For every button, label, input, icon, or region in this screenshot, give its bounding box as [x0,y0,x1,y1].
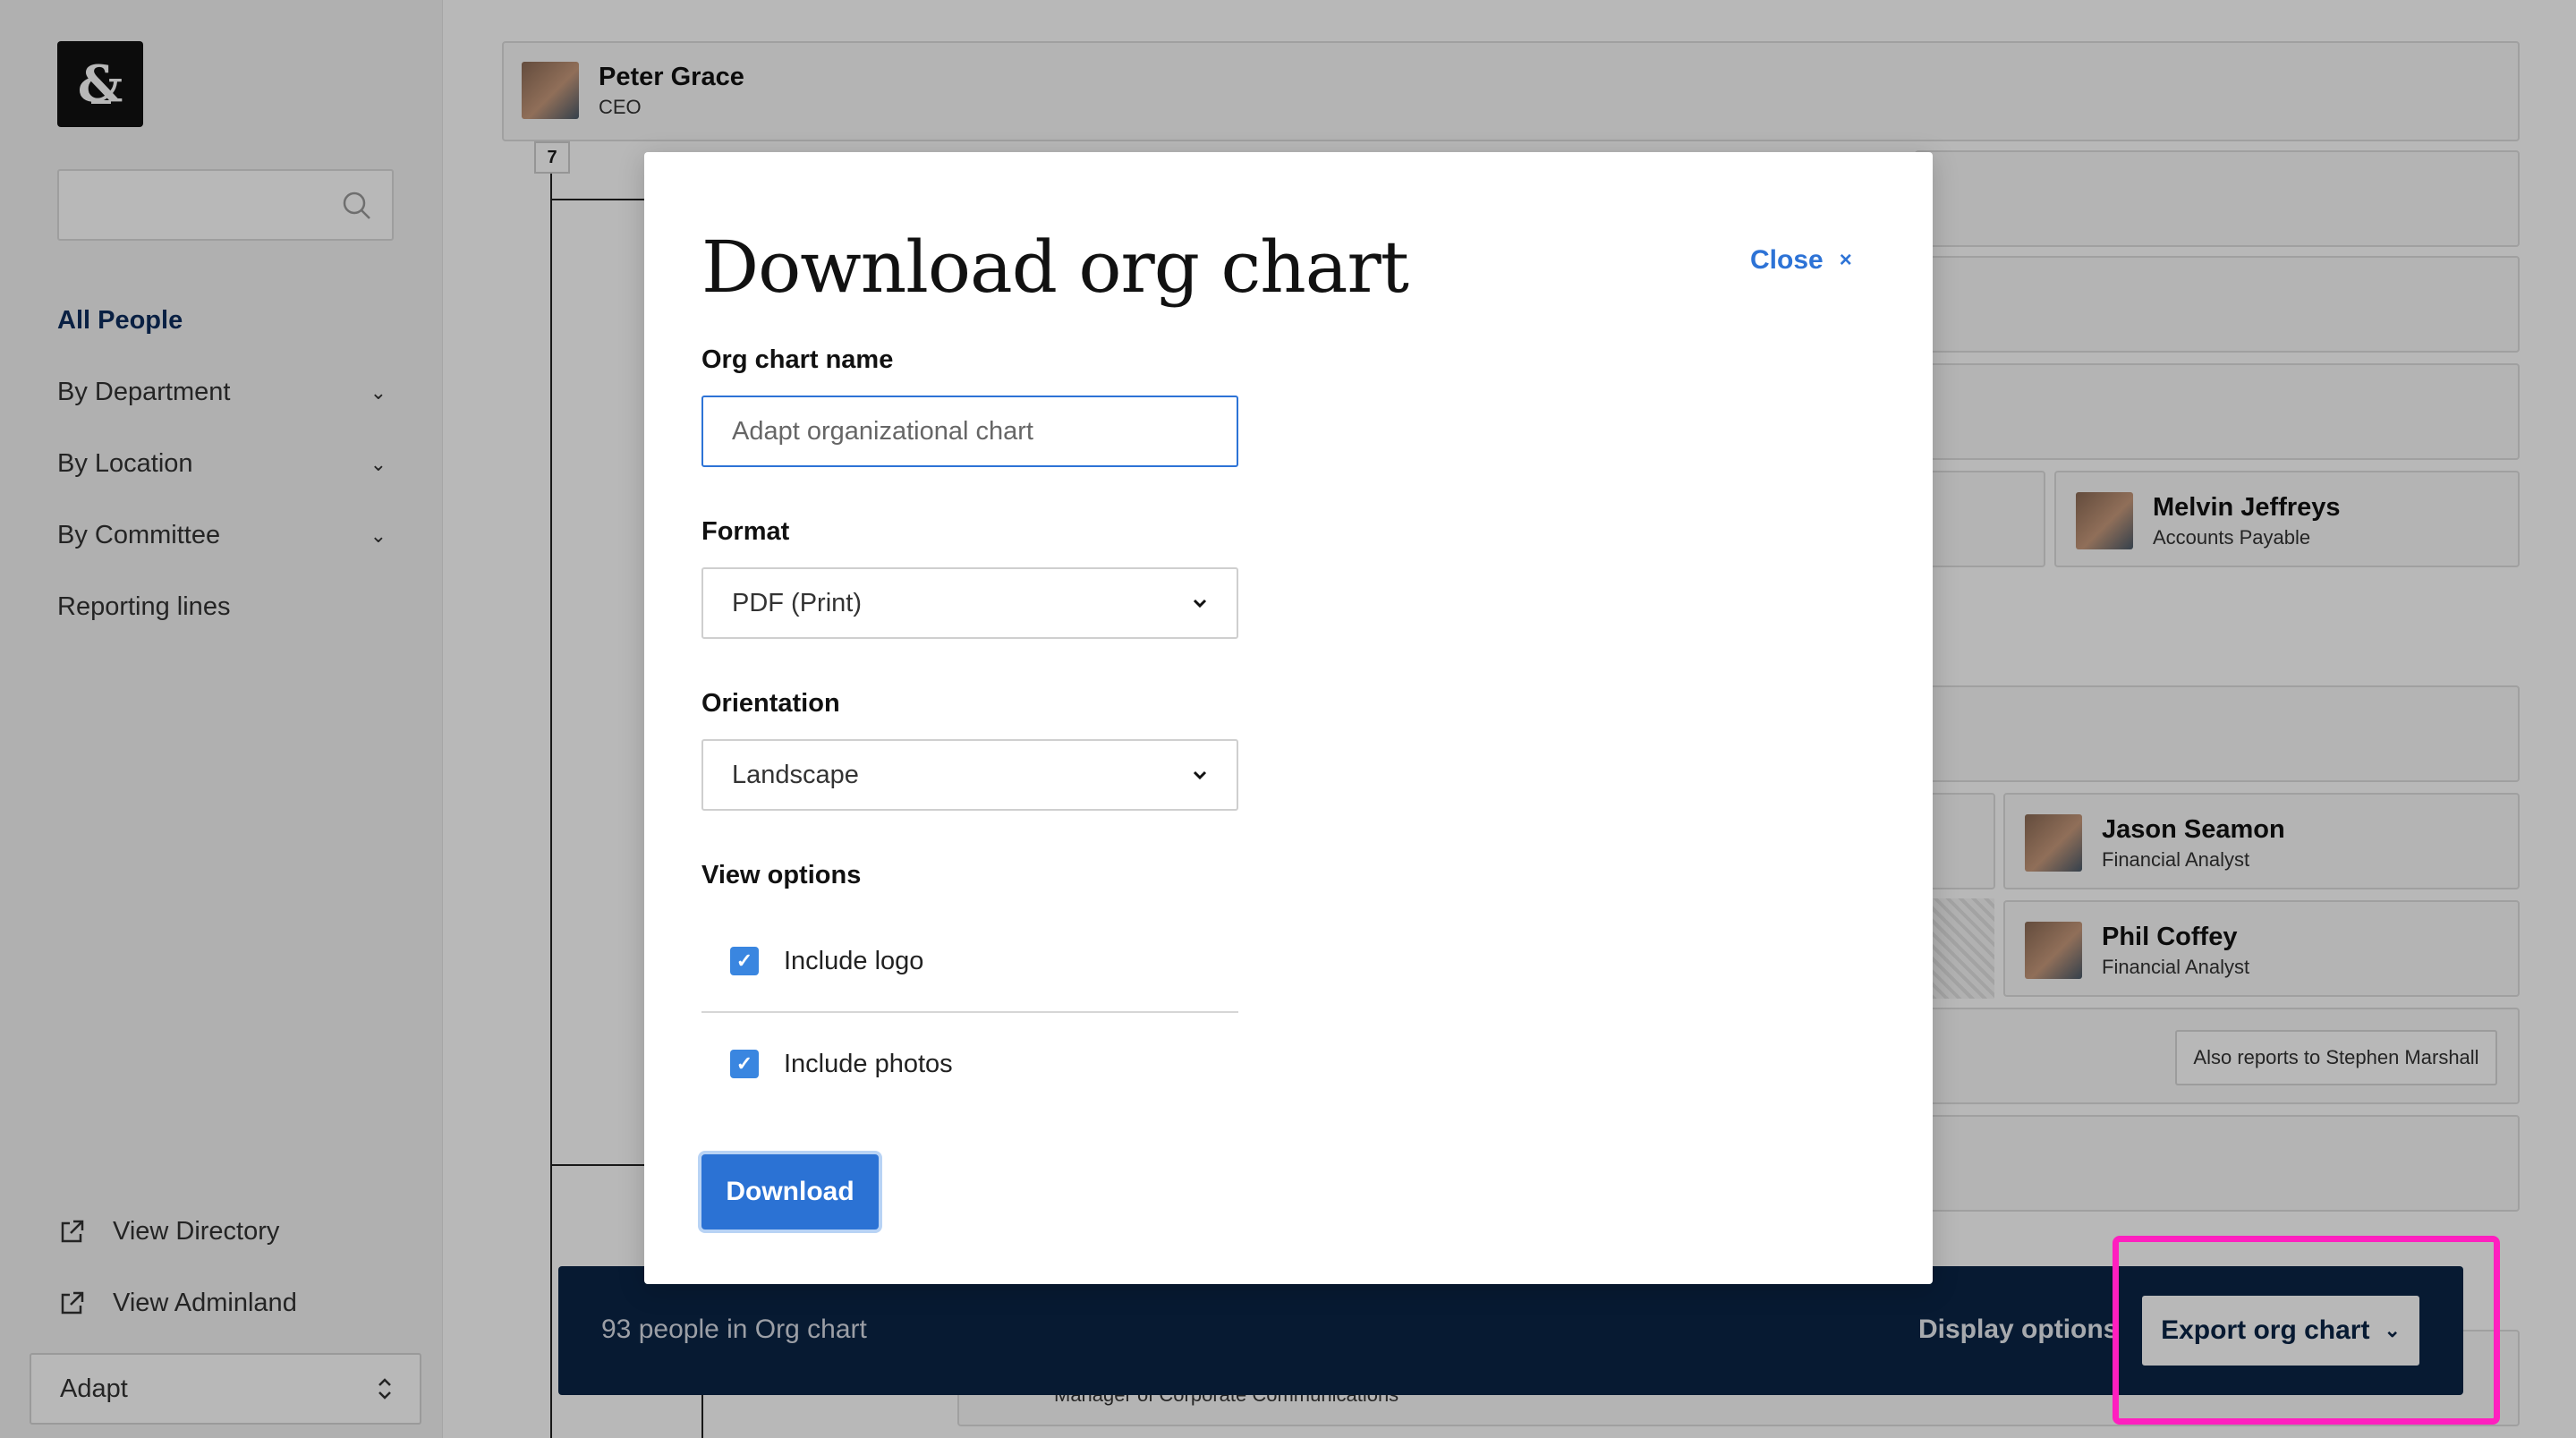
close-icon: × [1839,248,1852,272]
include-logo-option[interactable]: ✓ Include logo [701,911,1238,1013]
option-label: Include logo [784,946,924,975]
org-chart-name-label: Org chart name [701,345,894,374]
view-options-label: View options [701,861,862,889]
close-label: Close [1750,245,1824,275]
chevron-down-icon [1193,599,1207,608]
download-button[interactable]: Download [701,1154,879,1230]
format-label: Format [701,517,790,546]
close-button[interactable]: Close × [1750,245,1852,276]
orientation-label: Orientation [701,689,840,718]
format-select[interactable]: PDF (Print) [701,567,1238,639]
chevron-down-icon [1193,770,1207,780]
checkbox-checked[interactable]: ✓ [730,947,759,975]
checkbox-checked[interactable]: ✓ [730,1050,759,1078]
orientation-select[interactable]: Landscape [701,739,1238,811]
highlight-box [2113,1236,2500,1425]
input-placeholder: Adapt organizational chart [732,416,1033,446]
option-label: Include photos [784,1049,953,1078]
download-modal: Download org chart Close × Org chart nam… [644,152,1933,1284]
include-photos-option[interactable]: ✓ Include photos [701,1013,1238,1115]
modal-title: Download org chart [701,225,1409,309]
orientation-value: Landscape [732,760,859,789]
org-chart-name-input[interactable]: Adapt organizational chart [701,396,1238,467]
format-value: PDF (Print) [732,588,862,617]
